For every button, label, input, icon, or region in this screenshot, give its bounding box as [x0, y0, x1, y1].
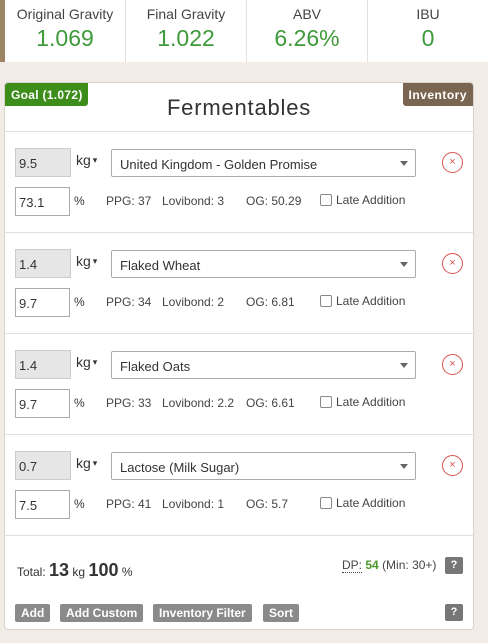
og-value: OG: 5.7: [246, 497, 289, 511]
chevron-down-icon: [400, 363, 408, 368]
stat-ibu: IBU 0: [368, 0, 488, 62]
remove-icon[interactable]: ×: [442, 253, 463, 274]
fermentable-name: Flaked Wheat: [120, 258, 201, 273]
og-value: OG: 50.29: [246, 194, 302, 208]
dp-help-button[interactable]: ?: [445, 557, 463, 574]
caret-down-icon: ▾: [92, 155, 98, 165]
fermentable-select[interactable]: Flaked Oats: [111, 351, 416, 379]
percent-sign: %: [74, 396, 85, 410]
late-addition-label: Late Addition: [336, 395, 406, 409]
percent-input[interactable]: 73.1: [15, 187, 70, 216]
fermentable-name: Lactose (Milk Sugar): [120, 460, 240, 475]
total-weight-unit: kg: [72, 565, 86, 579]
add-custom-button[interactable]: Add Custom: [60, 604, 144, 622]
total-percent: 100: [88, 560, 119, 580]
diastatic-power: DP: 54 (Min: 30+): [342, 558, 437, 573]
percent-input[interactable]: 9.7: [15, 389, 70, 418]
percent-sign: %: [74, 295, 85, 309]
fermentable-name: Flaked Oats: [120, 359, 191, 374]
dp-value: 54: [365, 558, 379, 572]
remove-icon[interactable]: ×: [442, 152, 463, 173]
late-addition-toggle[interactable]: Late Addition: [320, 294, 405, 308]
stat-value: 1.069: [36, 25, 94, 51]
late-addition-toggle[interactable]: Late Addition: [320, 395, 405, 409]
unit-dropdown[interactable]: kg ▾: [76, 253, 97, 269]
help-button[interactable]: ?: [445, 604, 463, 621]
ppg-value: PPG: 34: [106, 295, 152, 309]
fermentable-row: 1.4 kg ▾ Flaked Oats × 9.7 % PPG: 33 Lovi…: [5, 334, 473, 435]
og-value: OG: 6.61: [246, 396, 295, 410]
stat-label: Original Gravity: [16, 6, 114, 22]
unit-label: kg: [76, 455, 91, 471]
fermentable-row: 1.4 kg ▾ Flaked Wheat × 9.7 % PPG: 34 Lov…: [5, 233, 473, 334]
late-addition-checkbox[interactable]: [320, 295, 332, 307]
caret-down-icon: ▾: [92, 256, 98, 266]
percent-input[interactable]: 7.5: [15, 490, 70, 519]
late-addition-checkbox[interactable]: [320, 194, 332, 206]
lovibond-value: Lovibond: 3: [162, 194, 225, 208]
panel-title: Fermentables: [166, 95, 312, 120]
fermentable-select[interactable]: Flaked Wheat: [111, 250, 416, 278]
amount-input[interactable]: 9.5: [15, 148, 71, 177]
ppg-value: PPG: 33: [106, 396, 152, 410]
total-label: Total:: [17, 565, 46, 579]
late-addition-toggle[interactable]: Late Addition: [320, 193, 405, 207]
chevron-down-icon: [400, 161, 408, 166]
stat-value: 1.022: [157, 25, 215, 51]
stat-original-gravity: Original Gravity 1.069: [5, 0, 126, 62]
stat-label: ABV: [292, 6, 321, 22]
lovibond-value: Lovibond: 1: [162, 497, 225, 511]
unit-label: kg: [76, 253, 91, 269]
fermentable-select[interactable]: Lactose (Milk Sugar): [111, 452, 416, 480]
stat-final-gravity: Final Gravity 1.022: [126, 0, 247, 62]
fermentable-row: 0.7 kg ▾ Lactose (Milk Sugar) × 7.5 % PPG…: [5, 435, 473, 536]
chevron-down-icon: [400, 464, 408, 469]
ppg-value: PPG: 41: [106, 497, 152, 511]
stat-value: 6.26%: [274, 25, 340, 51]
late-addition-label: Late Addition: [336, 496, 406, 510]
caret-down-icon: ▾: [92, 357, 98, 367]
unit-dropdown[interactable]: kg ▾: [76, 455, 97, 471]
stat-value: 0: [421, 25, 435, 51]
percent-sign: %: [74, 194, 85, 208]
sort-button[interactable]: Sort: [263, 604, 299, 622]
stat-label: IBU: [416, 6, 440, 22]
stats-bar: Original Gravity 1.069 Final Gravity 1.0…: [0, 0, 488, 62]
amount-input[interactable]: 1.4: [15, 350, 71, 379]
lovibond-value: Lovibond: 2: [162, 295, 225, 309]
percent-sign: %: [74, 497, 85, 511]
stat-abv: ABV 6.26%: [247, 0, 368, 62]
stat-label: Final Gravity: [146, 6, 226, 22]
total-summary: Total: 13 kg 100 %: [17, 560, 133, 581]
caret-down-icon: ▾: [92, 458, 98, 468]
fermentable-row: 9.5 kg ▾ United Kingdom - Golden Promise …: [5, 132, 473, 233]
add-button[interactable]: Add: [15, 604, 51, 622]
og-value: OG: 6.81: [246, 295, 295, 309]
unit-dropdown[interactable]: kg ▾: [76, 152, 97, 168]
late-addition-label: Late Addition: [336, 193, 406, 207]
remove-icon[interactable]: ×: [442, 354, 463, 375]
late-addition-checkbox[interactable]: [320, 396, 332, 408]
amount-input[interactable]: 1.4: [15, 249, 71, 278]
fermentable-select[interactable]: United Kingdom - Golden Promise: [111, 149, 416, 177]
percent-input[interactable]: 9.7: [15, 288, 70, 317]
late-addition-label: Late Addition: [336, 294, 406, 308]
dp-label: DP:: [342, 558, 363, 573]
fermentables-panel: Goal (1.072) Inventory Fermentables 9.5 …: [4, 82, 474, 630]
remove-icon[interactable]: ×: [442, 455, 463, 476]
unit-label: kg: [76, 152, 91, 168]
dp-min: (Min: 30+): [382, 558, 437, 572]
chevron-down-icon: [400, 262, 408, 267]
late-addition-toggle[interactable]: Late Addition: [320, 496, 405, 510]
total-weight: 13: [49, 560, 70, 580]
fermentable-name: United Kingdom - Golden Promise: [120, 157, 318, 172]
inventory-filter-button[interactable]: Inventory Filter: [153, 604, 252, 622]
unit-dropdown[interactable]: kg ▾: [76, 354, 97, 370]
total-percent-unit: %: [121, 565, 133, 579]
lovibond-value: Lovibond: 2.2: [162, 396, 235, 410]
ppg-value: PPG: 37: [106, 194, 152, 208]
late-addition-checkbox[interactable]: [320, 497, 332, 509]
unit-label: kg: [76, 354, 91, 370]
amount-input[interactable]: 0.7: [15, 451, 71, 480]
